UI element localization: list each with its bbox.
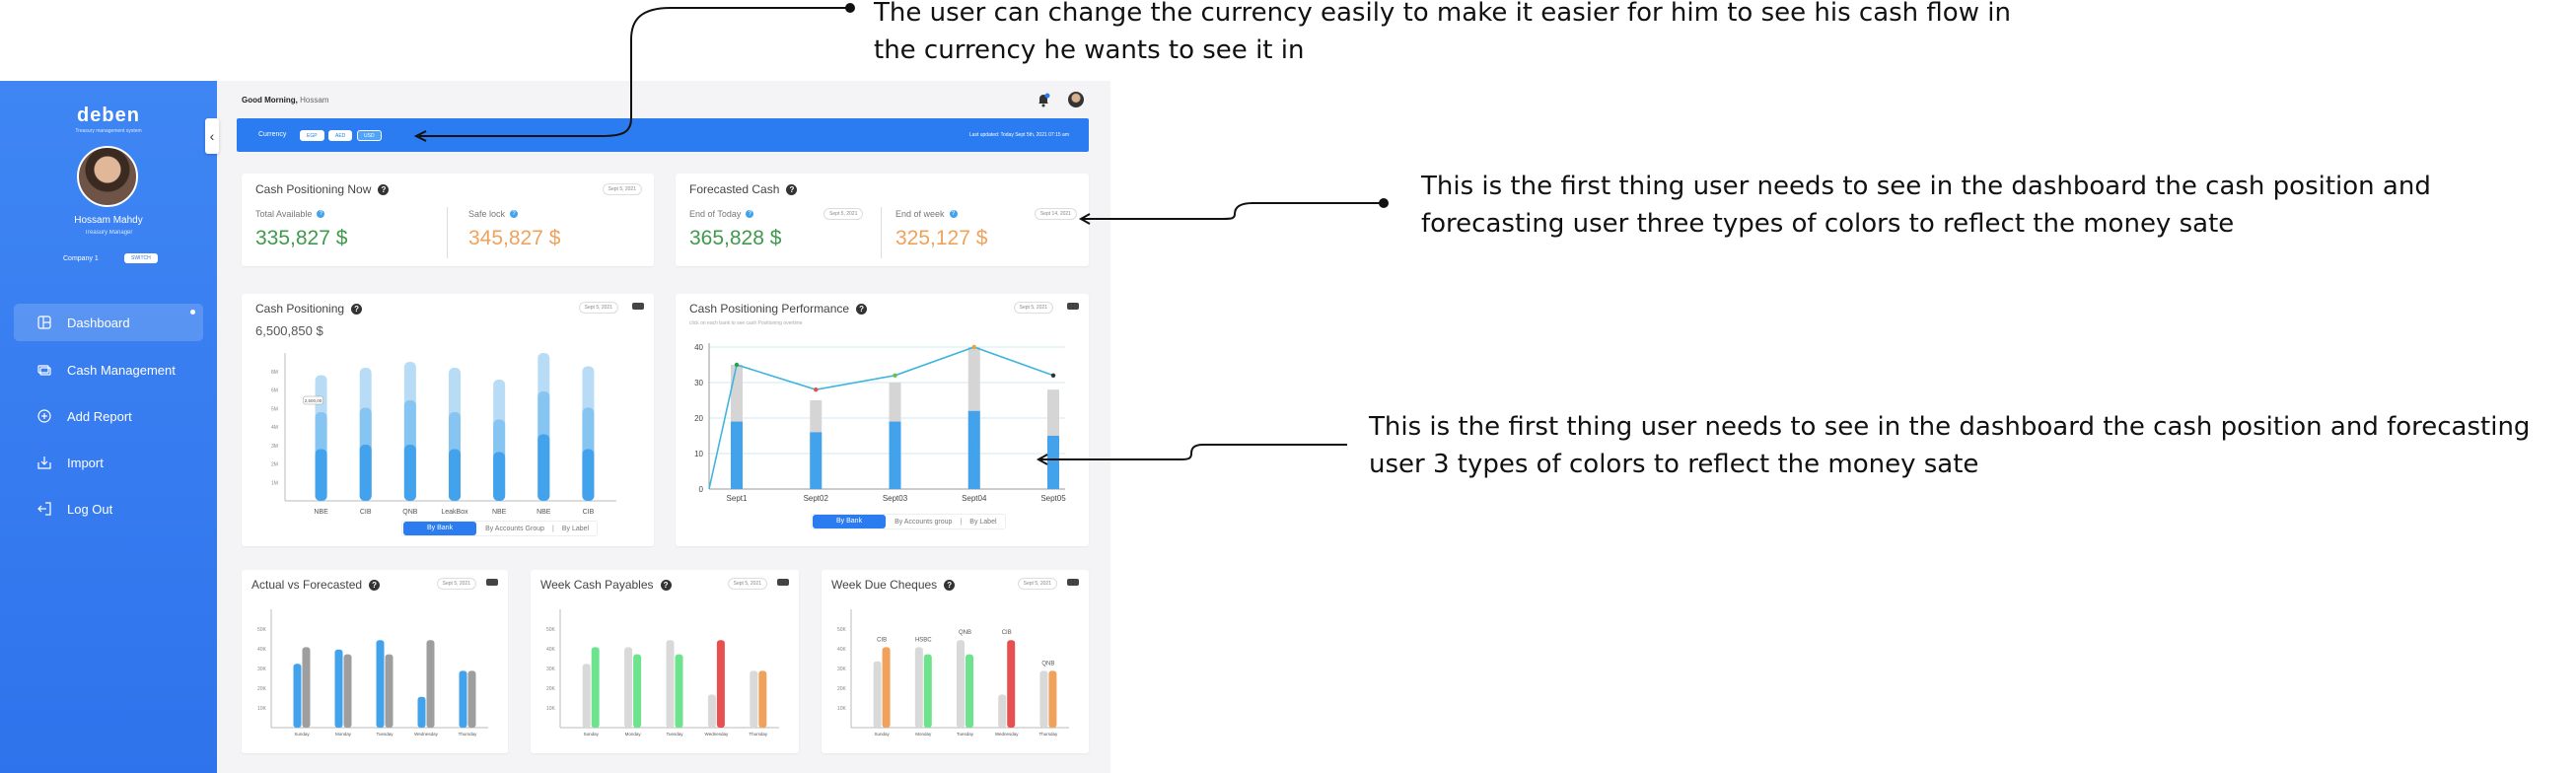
performance-connector <box>1036 444 1347 465</box>
cash-position-annotation: This is the first thing user needs to se… <box>1421 172 2431 239</box>
performance-annotation: This is the first thing user needs to se… <box>1369 412 2531 479</box>
collapse-sidebar-button[interactable]: ‹ <box>205 118 219 154</box>
currency-connector <box>413 3 855 142</box>
cash-position-connector <box>1078 198 1389 225</box>
annotation-connectors <box>413 3 1389 465</box>
screen: deben Treasury management system Hossam … <box>0 0 2576 773</box>
currency-annotation: The user can change the currency easily … <box>874 0 2011 65</box>
